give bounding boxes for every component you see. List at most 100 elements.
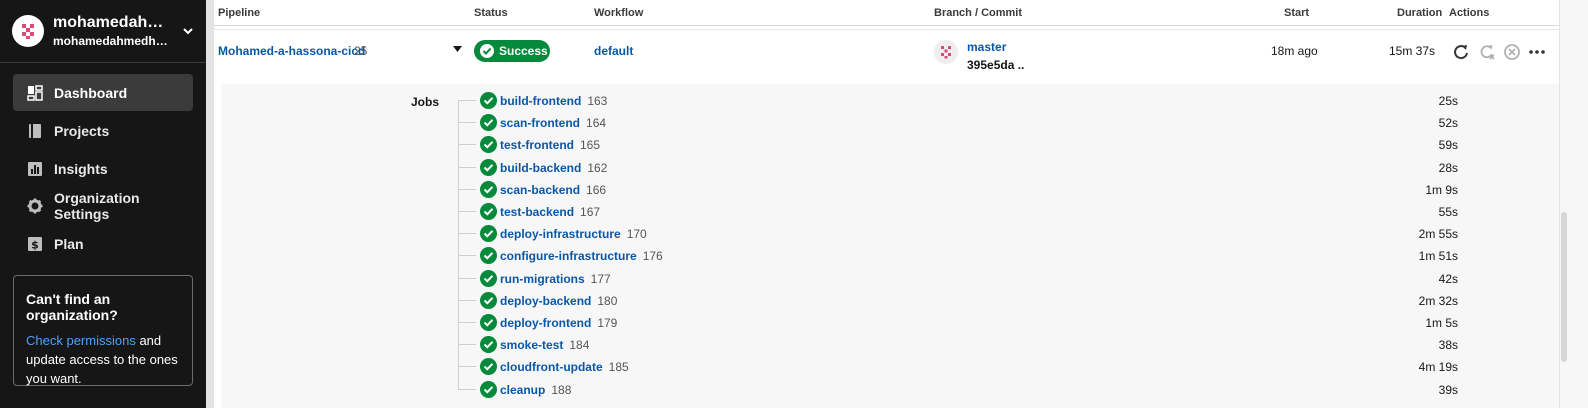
tree-connector <box>458 122 476 124</box>
job-name-link[interactable]: configure-infrastructure 176 <box>500 249 663 263</box>
sidebar-item-projects[interactable]: Projects <box>13 112 193 149</box>
job-row: scan-backend 166 1m 9s <box>458 180 1458 200</box>
job-name-link[interactable]: smoke-test 184 <box>500 338 589 352</box>
job-name: scan-frontend <box>500 116 581 131</box>
sidebar-item-dashboard[interactable]: Dashboard <box>13 74 193 111</box>
job-name: test-frontend <box>500 138 574 153</box>
pipeline-start: 18m ago <box>1271 44 1318 58</box>
job-number: 188 <box>551 382 572 397</box>
job-name: run-migrations <box>500 271 585 286</box>
pipeline-number: 25 <box>354 44 368 58</box>
job-row: build-frontend 163 25s <box>458 91 1458 111</box>
job-name: scan-backend <box>500 182 581 197</box>
check-icon <box>480 44 494 58</box>
job-name: cloudfront-update <box>500 360 603 375</box>
status-badge[interactable]: Success <box>474 40 550 62</box>
gear-icon <box>27 198 43 214</box>
job-number: 180 <box>597 293 618 308</box>
sidebar-item-label: Projects <box>54 122 110 139</box>
caret-down-icon[interactable] <box>453 46 462 52</box>
pipeline-row: Mohamed-a-hassona-cicd 25 Success defaul… <box>214 29 1559 76</box>
job-name-link[interactable]: deploy-frontend 179 <box>500 316 617 330</box>
org-username: mohamedahmedhass... <box>53 34 171 48</box>
rerun-failed-icon[interactable] <box>1478 43 1496 61</box>
job-row: test-frontend 165 59s <box>458 135 1458 155</box>
success-check-icon <box>480 114 497 132</box>
tree-connector <box>458 166 476 168</box>
notice-text: Check permissions and update access to t… <box>26 331 180 388</box>
job-name: test-backend <box>500 205 575 219</box>
job-name-link[interactable]: test-frontend 165 <box>500 138 600 152</box>
job-duration: 2m 55s <box>1418 227 1458 242</box>
cancel-icon[interactable] <box>1503 43 1521 61</box>
success-check-icon <box>480 291 497 309</box>
job-duration: 1m 9s <box>1425 182 1458 197</box>
rerun-icon[interactable] <box>1452 43 1470 61</box>
sidebar-item-insights[interactable]: Insights <box>13 150 193 187</box>
projects-icon <box>27 123 43 139</box>
job-row: run-migrations 177 42s <box>458 269 1458 289</box>
org-name: mohamedahm... <box>53 14 171 31</box>
job-name: deploy-infrastructure <box>500 227 621 242</box>
job-row: deploy-backend 180 2m 32s <box>458 291 1458 311</box>
sidebar: mohamedahm... mohamedahmedhass... Dashbo… <box>0 0 206 408</box>
job-name-link[interactable]: cloudfront-update 185 <box>500 360 629 374</box>
content-border <box>206 0 214 408</box>
job-duration: 39s <box>1438 382 1458 397</box>
commit-hash[interactable]: 395e5da .. <box>967 58 1024 72</box>
tree-connector <box>458 299 476 301</box>
table-header: Pipeline Status Workflow Branch / Commit… <box>214 0 1559 26</box>
job-name-link[interactable]: scan-frontend 164 <box>500 116 606 130</box>
pipeline-name-link[interactable]: Mohamed-a-hassona-cicd <box>218 44 365 58</box>
branch-link[interactable]: master <box>967 40 1006 54</box>
check-permissions-link[interactable]: Check permissions <box>26 333 136 348</box>
job-name-link[interactable]: test-backend 167 <box>500 205 600 219</box>
success-check-icon <box>480 336 497 354</box>
sidebar-item-organization-settings[interactable]: Organization Settings <box>13 187 193 224</box>
job-name: smoke-test <box>500 338 564 353</box>
status-label: Success <box>499 44 548 58</box>
job-name-link[interactable]: run-migrations 177 <box>500 272 611 286</box>
scrollbar[interactable] <box>1561 212 1567 362</box>
job-number: 170 <box>626 227 647 242</box>
more-options-icon[interactable] <box>1528 43 1546 61</box>
success-check-icon <box>480 158 497 176</box>
tree-connector <box>458 211 476 212</box>
job-row: build-backend 162 28s <box>458 158 1458 178</box>
col-actions: Actions <box>1449 7 1490 19</box>
notice-title: Can't find an organization? <box>26 291 118 323</box>
job-row: test-backend 167 55s <box>458 202 1458 222</box>
job-name-link[interactable]: scan-backend 166 <box>500 183 606 197</box>
job-duration: 59s <box>1438 138 1458 153</box>
org-avatar <box>12 15 44 47</box>
job-number: 162 <box>587 160 608 175</box>
job-duration: 2m 32s <box>1418 293 1458 308</box>
workflow-link[interactable]: default <box>594 44 633 58</box>
job-number: 176 <box>642 249 663 264</box>
sidebar-item-label: Dashboard <box>54 84 128 101</box>
job-name-link[interactable]: deploy-backend 180 <box>500 294 617 308</box>
col-duration: Duration <box>1397 7 1443 19</box>
tree-connector <box>458 255 476 257</box>
job-number: 177 <box>590 271 611 286</box>
sidebar-item-label: Plan <box>54 235 84 252</box>
org-switcher[interactable]: mohamedahm... mohamedahmedhass... <box>12 10 198 52</box>
job-name: deploy-backend <box>500 293 592 308</box>
chevron-down-icon[interactable] <box>181 24 195 38</box>
col-workflow: Workflow <box>594 7 644 19</box>
sidebar-item-plan[interactable]: $ Plan <box>13 225 193 262</box>
success-check-icon <box>480 314 497 331</box>
job-duration: 42s <box>1438 271 1458 286</box>
tree-connector <box>458 100 476 101</box>
success-check-icon <box>480 358 497 376</box>
committer-avatar <box>934 40 958 64</box>
job-name-link[interactable]: deploy-infrastructure 170 <box>500 227 647 241</box>
job-duration: 28s <box>1438 160 1458 175</box>
success-check-icon <box>480 247 497 265</box>
job-name-link[interactable]: build-frontend 163 <box>500 94 607 108</box>
job-number: 163 <box>587 94 608 108</box>
job-name-link[interactable]: cleanup 188 <box>500 383 571 397</box>
job-name-link[interactable]: build-backend 162 <box>500 161 607 175</box>
insights-icon <box>27 161 43 177</box>
job-number: 167 <box>580 205 601 219</box>
